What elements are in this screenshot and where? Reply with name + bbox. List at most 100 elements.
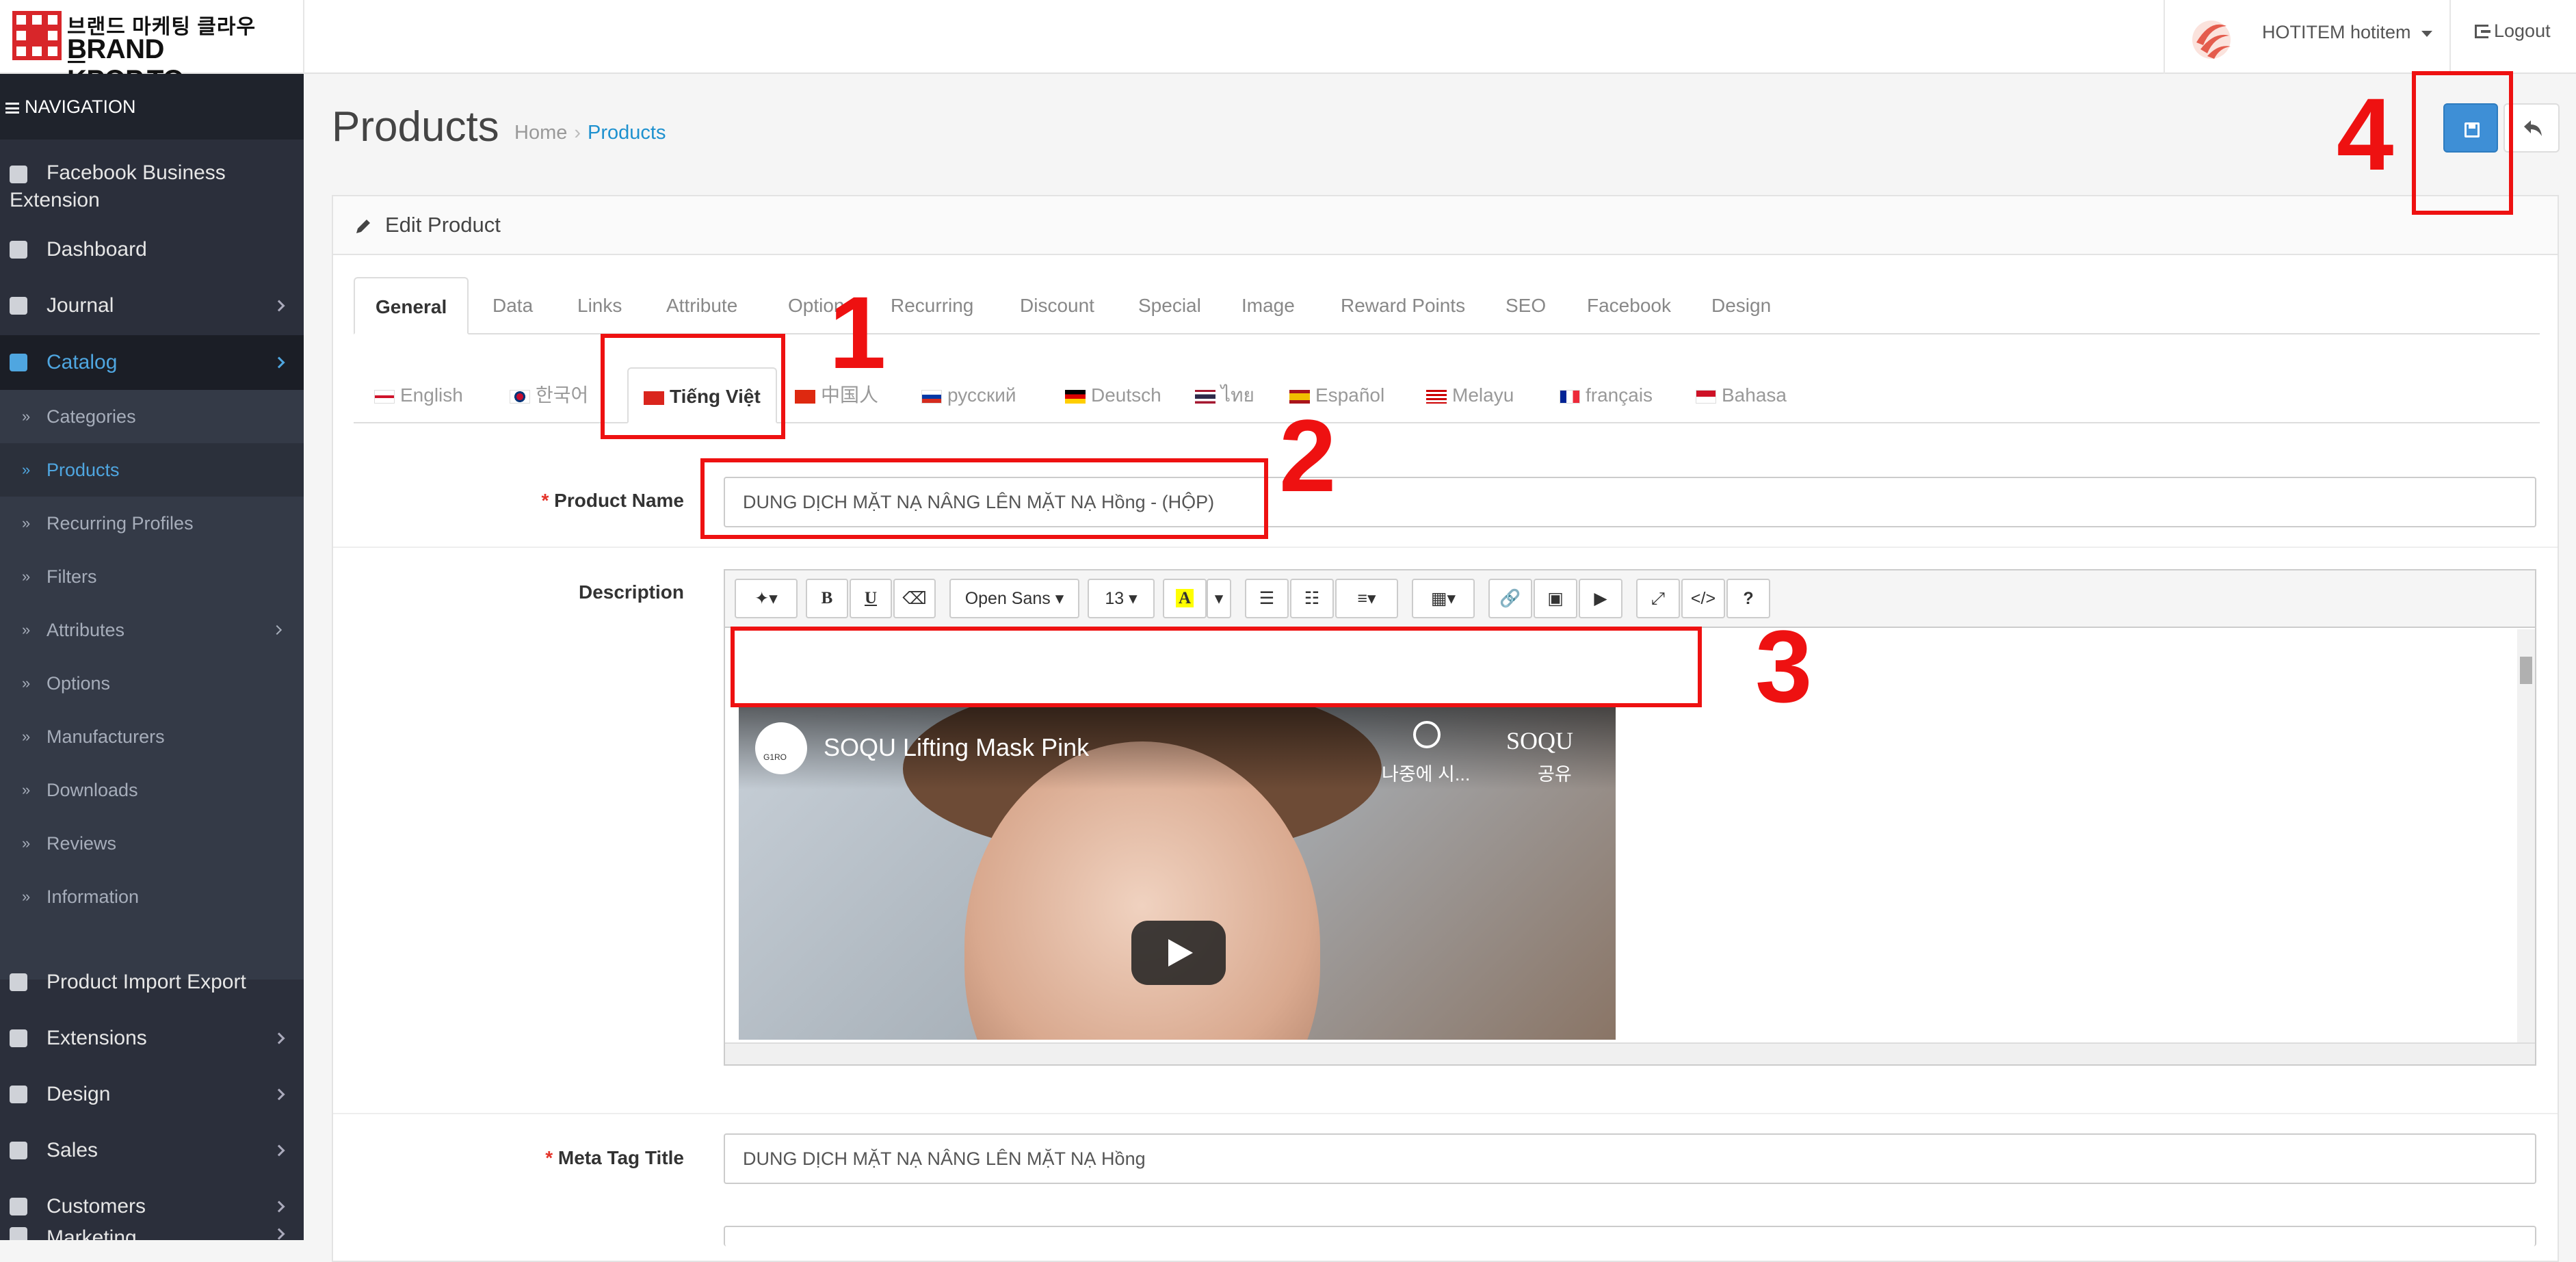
annotation-box-4 [2412, 71, 2513, 215]
sidebar-item-journal[interactable]: Journal [0, 279, 304, 332]
tab-reward-points[interactable]: Reward Points [1341, 277, 1465, 334]
logout-link[interactable]: Logout [2475, 21, 2551, 42]
sidebar-item-label-line2: Extension [10, 189, 100, 211]
submenu-item-recurring-profiles[interactable]: » Recurring Profiles [0, 497, 304, 550]
panel-title: Edit Product [385, 213, 501, 237]
lang-tab-bahasa[interactable]: Bahasa [1696, 367, 1787, 423]
meta-description-input[interactable] [724, 1226, 2536, 1246]
tab-special[interactable]: Special [1138, 277, 1201, 334]
logout-icon [2475, 25, 2490, 38]
puzzle-icon [10, 1029, 27, 1047]
description-label: Description [578, 581, 684, 603]
sidebar-item-sales[interactable]: Sales [0, 1123, 304, 1178]
lang-tab-german[interactable]: Deutsch [1065, 367, 1161, 423]
sidebar-item-label: Catalog [47, 351, 118, 373]
submenu-item-products[interactable]: » Products [0, 443, 304, 497]
fullscreen-button[interactable]: ⤢ [1636, 579, 1680, 618]
submenu-item-attributes[interactable]: » Attributes [0, 603, 304, 657]
brand-logo[interactable]: 브랜드 마케팅 클라우드 BRAND KPOP.TO [12, 8, 259, 95]
bold-button[interactable]: B [806, 579, 848, 618]
page-title: Products [332, 103, 499, 150]
channel-avatar-icon[interactable]: G1RO [755, 722, 807, 774]
share-icon [10, 1227, 27, 1240]
share-label[interactable]: 공유 [1538, 759, 1572, 786]
highlight-color-button[interactable]: A [1163, 579, 1207, 618]
breadcrumb-home[interactable]: Home [514, 122, 567, 144]
tab-facebook[interactable]: Facebook [1587, 277, 1671, 334]
sidebar-item-label: Facebook Business [47, 161, 226, 184]
font-size-value: 13 [1105, 589, 1125, 608]
lang-tab-french[interactable]: français [1560, 367, 1653, 423]
sidebar-item-extensions[interactable]: Extensions [0, 1011, 304, 1066]
submenu-item-downloads[interactable]: » Downloads [0, 763, 304, 817]
submenu-item-options[interactable]: » Options [0, 657, 304, 710]
submenu-item-manufacturers[interactable]: » Manufacturers [0, 710, 304, 763]
meta-title-input[interactable]: DUNG DỊCH MẶT NẠ NÂNG LÊN MẶT NẠ Hồng [724, 1133, 2536, 1184]
paragraph-align-button[interactable]: ≡▾ [1335, 579, 1398, 618]
bullet-list-button[interactable]: ☰ [1245, 579, 1289, 618]
navigation-header[interactable]: NAVIGATION [0, 74, 304, 140]
tab-general[interactable]: General [354, 277, 469, 334]
flag-russia-icon [921, 390, 942, 404]
tab-seo[interactable]: SEO [1506, 277, 1546, 334]
tab-recurring[interactable]: Recurring [891, 277, 973, 334]
link-button[interactable]: 🔗 [1488, 579, 1532, 618]
lang-tab-russian[interactable]: русский [921, 367, 1016, 423]
scrollbar-thumb[interactable] [2520, 657, 2532, 684]
breadcrumb-products[interactable]: Products [588, 122, 666, 144]
flag-germany-icon [1065, 390, 1086, 404]
table-button[interactable]: ▦▾ [1412, 579, 1475, 618]
product-tabs: General Data Links Attribute Option Recu… [354, 277, 2540, 334]
chevron-right-icon [273, 1088, 285, 1101]
watch-later-label[interactable]: 나중에 시... [1382, 759, 1470, 786]
magic-wand-button[interactable]: ✦▾ [735, 579, 798, 618]
eraser-button[interactable]: ⌫ [893, 579, 936, 618]
sidebar-item-label: Marketing [47, 1226, 137, 1240]
clock-icon[interactable] [1413, 721, 1441, 748]
submenu-item-filters[interactable]: » Filters [0, 550, 304, 603]
play-icon[interactable] [1131, 921, 1226, 985]
tab-design[interactable]: Design [1711, 277, 1771, 334]
tab-attribute[interactable]: Attribute [666, 277, 737, 334]
chevron-right-icon [273, 300, 285, 312]
underline-button[interactable]: U [850, 579, 892, 618]
embedded-video[interactable]: G1RO SOQU Lifting Mask Pink 나중에 시... SOQ… [739, 707, 1616, 1040]
tab-discount[interactable]: Discount [1020, 277, 1094, 334]
sidebar: NAVIGATION Facebook Business Extension D… [0, 74, 304, 1240]
submenu-item-information[interactable]: » Information [0, 870, 304, 923]
sidebar-item-catalog[interactable]: Catalog [0, 335, 304, 390]
sidebar-item-design[interactable]: Design [0, 1067, 304, 1122]
submenu-item-categories[interactable]: » Categories [0, 390, 304, 443]
lang-tab-thai[interactable]: ไทย [1195, 367, 1254, 423]
dashboard-icon [10, 241, 27, 259]
tab-data[interactable]: Data [492, 277, 533, 334]
import-export-icon [10, 973, 27, 991]
video-logo-text: SOQU [1506, 727, 1574, 754]
image-button[interactable]: ▣ [1534, 579, 1577, 618]
editor-resize-handle[interactable] [725, 1042, 2535, 1064]
lang-tab-korean[interactable]: 한국어 [510, 367, 588, 423]
lang-label: Bahasa [1722, 384, 1787, 406]
sidebar-item-label: Extensions [47, 1027, 147, 1049]
code-view-button[interactable]: </> [1681, 579, 1725, 618]
sidebar-item-product-import-export[interactable]: Product Import Export [0, 955, 304, 1010]
font-family-select[interactable]: Open Sans ▾ [949, 579, 1079, 618]
submenu-item-reviews[interactable]: » Reviews [0, 817, 304, 870]
tab-links[interactable]: Links [577, 277, 622, 334]
sidebar-item-facebook-business-extension[interactable]: Facebook Business Extension [0, 150, 304, 219]
numbered-list-button[interactable]: ☷ [1290, 579, 1334, 618]
lang-tab-malay[interactable]: Melayu [1426, 367, 1514, 423]
color-dropdown-button[interactable]: ▾ [1207, 579, 1231, 618]
annotation-number-2: 2 [1279, 398, 1337, 513]
lang-tab-english[interactable]: English [374, 367, 463, 423]
pencil-icon [356, 220, 370, 233]
submenu-label: Categories [47, 406, 136, 427]
user-menu[interactable]: HOTITEM hotitem [2164, 0, 2451, 74]
sidebar-item-marketing[interactable]: Marketing [0, 1226, 304, 1240]
tab-image[interactable]: Image [1241, 277, 1295, 334]
editor-scrollbar[interactable] [2517, 629, 2535, 1042]
font-size-select[interactable]: 13 ▾ [1088, 579, 1155, 618]
video-title[interactable]: SOQU Lifting Mask Pink [824, 733, 1089, 762]
sidebar-item-dashboard[interactable]: Dashboard [0, 223, 304, 276]
video-button[interactable]: ▶ [1579, 579, 1622, 618]
